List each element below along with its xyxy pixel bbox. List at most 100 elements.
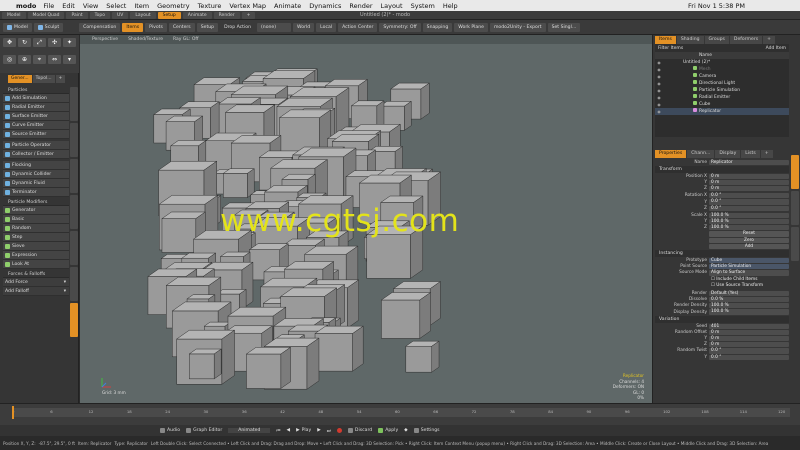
item-row-camera[interactable]: ◉ Camera [655,73,789,80]
centers-button[interactable]: Centers [168,22,195,32]
tab-deformers[interactable]: Deformers [729,36,763,44]
menu-animate[interactable]: Animate [274,2,301,10]
last-frame-button[interactable]: ⏭ [327,428,331,434]
tab-topo[interactable]: Topo [89,11,110,19]
source-mode-select[interactable]: Align to Surface [709,270,789,276]
tab-lists[interactable]: Lists [741,150,760,158]
tab-topology[interactable]: Topol... [32,75,55,83]
setup-button[interactable]: Setup [196,22,219,32]
random-offset-y-field[interactable]: 0 m [709,336,789,342]
menu-view[interactable]: View [83,2,98,10]
first-frame-button[interactable]: ⏮ [276,428,280,434]
name-field[interactable]: Replicator [709,159,789,165]
graph-editor-button[interactable]: Graph Editor [186,428,222,433]
dissolve-field[interactable]: 0.0 % [709,297,789,303]
world-button[interactable]: World [292,22,315,32]
move-tool-icon[interactable]: ✥ [3,38,16,47]
rotation-x-field[interactable]: 0.0 ° [709,193,789,199]
vertical-tab-modifiers[interactable] [70,123,78,157]
snap-tool-icon[interactable]: ⌖ [33,55,46,64]
menu-edit[interactable]: Edit [62,2,75,10]
timeline-playhead[interactable] [12,406,14,419]
local-button[interactable]: Local [316,22,337,32]
add-button[interactable]: Add [709,243,789,249]
menu-texture[interactable]: Texture [198,2,222,10]
eye-icon[interactable]: ◉ [655,66,663,73]
section-variation[interactable]: Variation [655,316,789,324]
vertical-tab-basic[interactable] [70,87,78,121]
more-tools-icon[interactable]: ▾ [63,55,76,64]
eye-icon[interactable]: ◉ [655,87,663,94]
item-row-radial-emitter[interactable]: ◉ Radial Emitter [655,94,789,101]
3d-viewport[interactable]: Perspective Shaded/Texture Ray GL: Off w… [80,35,652,403]
tab-properties[interactable]: Properties [655,150,687,158]
cube-instance[interactable] [314,325,364,372]
terminator-button[interactable]: Terminator [3,188,69,197]
include-child-items-checkbox[interactable]: Include Child Items [709,277,789,282]
reset-button[interactable]: Reset [709,231,789,237]
eye-icon[interactable]: ◉ [655,73,663,80]
render-density-field[interactable]: 100.0 % [709,303,789,309]
snapping-button[interactable]: Snapping [422,22,453,32]
shading-mode-select[interactable]: Shaded/Texture [128,37,163,42]
tab-render[interactable]: Render [213,11,240,19]
tab-add-props[interactable]: + [760,150,773,158]
cube-instance[interactable] [405,340,440,373]
settings-button[interactable]: Settings [413,428,440,433]
add-item-button[interactable]: Add Item [766,46,786,51]
vertical-tab-item-properties[interactable] [791,155,799,189]
eye-icon[interactable]: ◉ [655,94,663,101]
item-row-particle-simulation[interactable]: ◉ Particle Simulation [655,87,789,94]
eye-icon[interactable]: ◉ [655,108,663,115]
item-row-directional-light[interactable]: ◉ Directional Light [655,80,789,87]
cube-instance[interactable] [380,291,432,339]
source-emitter-button[interactable]: Source Emitter [3,130,69,139]
tab-model-quad[interactable]: Model Quad [27,11,65,19]
sculpt-button[interactable]: Sculpt [33,22,64,32]
action-center-button[interactable]: Action Center [338,22,378,32]
compensation-button[interactable]: Compensation [79,22,121,32]
position-z-field[interactable]: 0 m [709,186,789,192]
tab-shading[interactable]: Shading [676,36,704,44]
record-button[interactable] [336,428,342,433]
eye-icon[interactable]: ◉ [655,59,663,66]
tab-layout[interactable]: Layout [130,11,156,19]
set-single-button[interactable]: Set Singl... [547,22,581,32]
element-move-icon[interactable]: ✦ [63,38,76,47]
vertical-tab-tags[interactable] [791,227,799,261]
app-name[interactable]: modo [16,2,36,10]
section-transform[interactable]: Transform [655,166,789,174]
tab-add-left[interactable]: + [55,75,66,83]
items-button[interactable]: Items [122,22,144,32]
rotate-tool-icon[interactable]: ↻ [18,38,31,47]
prototype-select[interactable]: Cube [709,257,789,264]
filter-items-select[interactable]: Filter Items [658,46,683,51]
timeline-ruler[interactable]: 0612182430364248546066727884909610210811… [12,408,790,417]
work-plane-button[interactable]: Work Plane [454,22,488,32]
tab-animate[interactable]: Animate [182,11,212,19]
render-select[interactable]: Default (Yes) [709,290,789,297]
menu-system[interactable]: System [411,2,435,10]
next-frame-button[interactable]: ▶ [317,428,321,433]
tab-add[interactable]: + [241,11,256,19]
drop-action-select[interactable]: (none) [256,22,291,32]
tab-channels[interactable]: Chann... [687,150,715,158]
point-source-select[interactable]: Particle Simulation [709,264,789,270]
animated-select[interactable]: Animated [228,428,271,433]
vertical-tab-constraints[interactable] [70,195,78,229]
look-at-button[interactable]: Look At [3,260,69,269]
vertical-tab-channels[interactable] [791,191,799,225]
tab-paint[interactable]: Paint [66,11,88,19]
menu-layout[interactable]: Layout [381,2,403,10]
tab-groups[interactable]: Groups [704,36,729,44]
cube-instance[interactable] [245,346,292,389]
cube-instance[interactable] [222,168,255,199]
timeline[interactable]: 0612182430364248546066727884909610210811… [0,403,800,425]
seed-field[interactable]: 401 [709,323,789,329]
vertical-tab-weighting[interactable] [70,267,78,301]
menu-help[interactable]: Help [443,2,458,10]
align-tool-icon[interactable]: ⇔ [48,55,61,64]
apply-button[interactable]: Apply [378,428,398,433]
menu-vertex-map[interactable]: Vertex Map [229,2,266,10]
view-type-select[interactable]: Perspective [92,37,118,42]
